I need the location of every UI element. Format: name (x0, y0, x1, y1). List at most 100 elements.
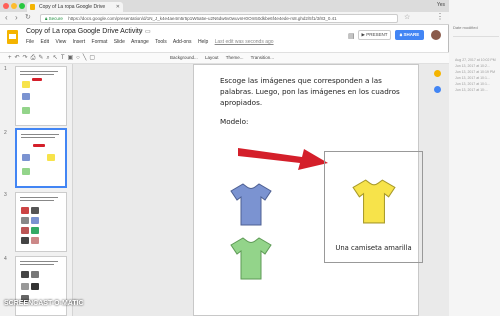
thumb-text-line (20, 71, 58, 72)
folder-icon[interactable]: ☆ ▭ (138, 28, 151, 35)
minimize-window-icon[interactable] (11, 3, 17, 9)
menu-insert[interactable]: Insert (73, 39, 86, 45)
thumb-text-line (20, 261, 58, 262)
present-label: PRESENT (366, 32, 388, 37)
theme-button[interactable]: Theme... (226, 55, 244, 60)
redo-icon[interactable]: ↷ (23, 55, 31, 61)
thumb-shirt (22, 168, 30, 175)
list-item[interactable]: Jun 13, 2017 at 10:2... (455, 64, 490, 68)
thumb-item (31, 237, 39, 244)
secure-label: Secure (48, 16, 63, 21)
tab-bar: Copy of La ropa Google Drive ✕ Yes (0, 0, 449, 12)
red-arrow-shape (238, 148, 328, 170)
list-item[interactable]: Jun 13, 2017 at 10:1... (455, 82, 490, 86)
close-window-icon[interactable] (3, 3, 9, 9)
last-edit-note[interactable]: Last edit was seconds ago (215, 39, 274, 45)
list-item[interactable]: Jun 13, 2017 at 10:1... (455, 76, 490, 80)
thumb-text-line (20, 74, 54, 75)
slide-filmstrip: 1 2 3 4 (0, 64, 73, 316)
green-shirt[interactable] (230, 236, 272, 280)
thumb-arrow (32, 78, 42, 81)
layout-button[interactable]: Layout (205, 55, 219, 60)
menu-slide[interactable]: Slide (114, 39, 125, 45)
background-button[interactable]: Background... (170, 55, 198, 60)
maximize-window-icon[interactable] (19, 3, 25, 9)
yellow-shirt[interactable] (352, 178, 396, 224)
doc-header: Copy of La ropa Google Drive Activity ☆ … (0, 25, 449, 53)
url-field[interactable]: 🔒︎ Secure https://docs.google.com/presen… (40, 14, 398, 23)
reload-icon[interactable]: ↻ (25, 13, 31, 23)
menu-edit[interactable]: Edit (40, 39, 49, 45)
comment-icon[interactable]: ▤ (348, 32, 355, 40)
slide-thumbnail-4[interactable] (15, 256, 67, 316)
thumb-shirt (22, 81, 30, 88)
image-icon[interactable]: ▣ (68, 55, 77, 61)
present-button[interactable]: ▶ PRESENT (358, 30, 391, 40)
thumb-item (31, 283, 39, 290)
toolbar: +↶↷⎙✎⌕↖T▣○╲▢ Background... Layout Theme.… (0, 53, 449, 64)
transition-button[interactable]: Transition... (251, 55, 274, 60)
thumb-item (31, 207, 39, 214)
menu-addons[interactable]: Add-ons (173, 39, 192, 45)
slide-number: 1 (4, 66, 7, 72)
keep-icon[interactable] (434, 70, 441, 77)
forward-icon[interactable]: › (15, 13, 18, 23)
thumb-shirt (47, 154, 55, 161)
answer-box[interactable]: Una camiseta amarilla (324, 151, 423, 263)
slides-favicon-icon (30, 4, 35, 10)
menu-help[interactable]: Help (198, 39, 208, 45)
doc-title[interactable]: Copy of La ropa Google Drive Activity (26, 28, 142, 35)
bookmark-star-icon[interactable]: ☆ (404, 13, 410, 21)
menu-view[interactable]: View (55, 39, 66, 45)
date-modified-header[interactable]: Date modified (449, 25, 500, 32)
comment-add-icon[interactable]: ▢ (89, 55, 98, 61)
menu-tools[interactable]: Tools (155, 39, 167, 45)
menu-file[interactable]: File (26, 39, 34, 45)
browser-tab[interactable]: Copy of La ropa Google Drive ✕ (27, 2, 123, 12)
textbox-icon[interactable]: T (61, 55, 68, 61)
menu-arrange[interactable]: Arrange (131, 39, 149, 45)
close-tab-icon[interactable]: ✕ (116, 2, 120, 12)
slide-instructions[interactable]: Escoge las imágenes que corresponden a l… (220, 75, 410, 108)
slide-thumbnail-3[interactable] (15, 192, 67, 252)
back-icon[interactable]: ‹ (5, 13, 8, 23)
red-arrow[interactable] (238, 144, 330, 170)
thumb-text-line (20, 197, 58, 198)
lock-icon: 🔒︎ (45, 16, 48, 21)
background-drive-panel: Date modified Aug 27, 2017 at 10:02 PM J… (449, 0, 500, 316)
thumb-item (21, 227, 29, 234)
avatar[interactable] (430, 29, 442, 41)
thumb-shirt (22, 154, 30, 161)
thumb-text-line (20, 264, 54, 265)
list-item[interactable]: Jun 13, 2017 at 10:... (455, 88, 488, 92)
slide-number: 2 (4, 130, 7, 136)
thumb-shirt (22, 93, 30, 100)
thumb-shirt (22, 107, 30, 114)
list-item[interactable]: Aug 27, 2017 at 10:02 PM (455, 58, 496, 62)
undo-icon[interactable]: ↶ (15, 55, 23, 61)
slide-thumbnail-1[interactable] (15, 66, 67, 126)
blue-shirt[interactable] (230, 182, 272, 226)
thumb-item (21, 237, 29, 244)
browser-window: Copy of La ropa Google Drive ✕ Yes ‹ › ↻… (0, 0, 449, 316)
slide-thumbnail-2[interactable] (15, 128, 67, 188)
tasks-icon[interactable] (434, 86, 441, 93)
thumb-item (31, 271, 39, 278)
slide-modelo-label[interactable]: Modelo: (220, 117, 248, 126)
menu-format[interactable]: Format (92, 39, 108, 45)
slide-canvas[interactable]: Escoge las imágenes que corresponden a l… (193, 64, 423, 316)
share-button[interactable]: 🔒︎ SHARE (395, 30, 424, 40)
answer-caption[interactable]: Una camiseta amarilla (325, 244, 422, 252)
address-bar-row: ‹ › ↻ 🔒︎ Secure https://docs.google.com/… (0, 12, 449, 25)
browser-user[interactable]: Yes (437, 2, 445, 8)
select-icon[interactable]: ↖ (53, 55, 61, 61)
slides-logo-icon[interactable] (7, 30, 18, 44)
blue-shirt-shape (230, 183, 272, 226)
thumb-item (21, 217, 29, 224)
shape-icon[interactable]: ○ (76, 55, 83, 61)
list-item[interactable]: Jun 13, 2017 at 10:19 PM (455, 70, 495, 74)
toolbar-icons: +↶↷⎙✎⌕↖T▣○╲▢ (8, 54, 98, 62)
thumb-text-line (21, 134, 59, 135)
thumb-item (31, 217, 39, 224)
browser-menu-icon[interactable]: ⋮ (436, 12, 444, 21)
